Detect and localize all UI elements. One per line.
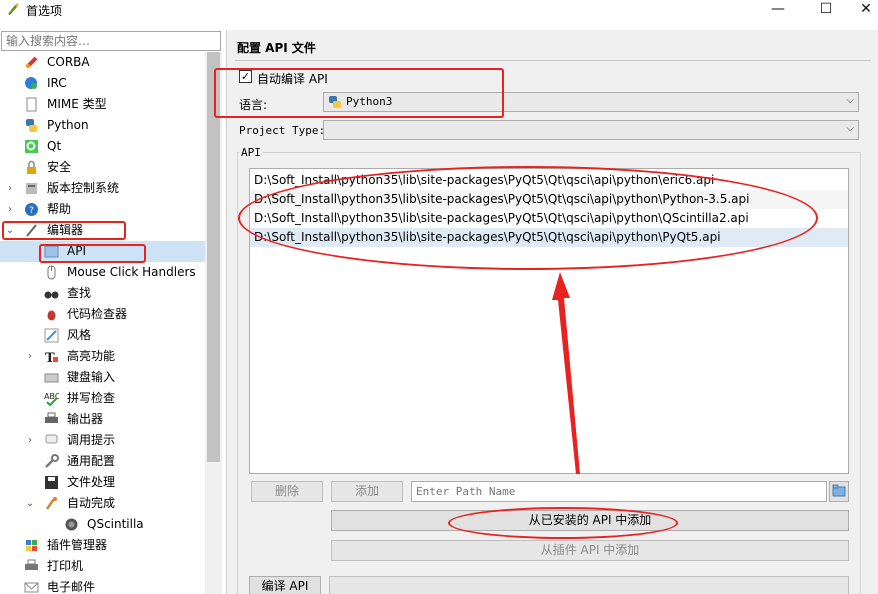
annotation-api-box — [39, 244, 146, 263]
sidebar: CORBA IRC MIME 类型 Python Qt 安全 › 版本控制系统 — [0, 30, 222, 594]
mouse-icon — [47, 265, 56, 280]
sidebar-item-spellcheck[interactable]: ABC 拼写检查 — [0, 388, 205, 409]
sidebar-item-irc[interactable]: IRC — [0, 73, 205, 94]
sidebar-item-mime[interactable]: MIME 类型 — [0, 94, 205, 115]
printer-icon — [45, 412, 58, 423]
app-icon — [8, 3, 19, 15]
sidebar-item-keyboard[interactable]: 键盘输入 — [0, 367, 205, 388]
expand-arrow-icon[interactable]: › — [4, 199, 16, 220]
annotation-installed-ellipse — [448, 507, 678, 539]
page-title: 配置 API 文件 — [237, 41, 316, 55]
expand-arrow-icon[interactable]: › — [24, 430, 36, 451]
expand-arrow-icon[interactable]: › — [24, 346, 36, 367]
sidebar-item-mouse-click-handlers[interactable]: Mouse Click Handlers — [0, 262, 205, 283]
sidebar-item-exporter[interactable]: 输出器 — [0, 409, 205, 430]
printer-icon — [25, 559, 38, 570]
sidebar-item-printer[interactable]: 打印机 — [0, 556, 205, 577]
sidebar-item-python[interactable]: Python — [0, 115, 205, 136]
annotation-language-box — [214, 68, 504, 118]
delete-button[interactable]: 删除 — [251, 481, 323, 502]
wrench-icon — [45, 454, 59, 468]
compile-progress-bar — [329, 576, 849, 594]
sidebar-item-security[interactable]: 安全 — [0, 157, 205, 178]
compile-api-button[interactable]: 编译 API — [249, 576, 321, 594]
autocomplete-icon — [45, 497, 57, 510]
sidebar-item-highlight[interactable]: › T 高亮功能 — [0, 346, 205, 367]
expand-arrow-icon[interactable]: › — [4, 178, 16, 199]
sidebar-item-style[interactable]: 风格 — [0, 325, 205, 346]
lock-icon — [27, 160, 36, 174]
maximize-button[interactable]: ☐ — [806, 0, 846, 20]
binoculars-icon — [44, 291, 59, 299]
style-icon — [44, 328, 59, 343]
calltip-icon — [45, 434, 58, 444]
window-title: 首选项 — [26, 4, 63, 18]
qt-icon — [25, 140, 38, 153]
highlight-icon: T — [45, 351, 58, 364]
keyboard-icon — [44, 373, 59, 383]
path-name-input[interactable] — [411, 481, 827, 502]
sidebar-scrollbar[interactable] — [205, 52, 222, 594]
add-button[interactable]: 添加 — [331, 481, 403, 502]
sidebar-item-vcs[interactable]: › 版本控制系统 — [0, 178, 205, 199]
help-icon: ? — [25, 203, 38, 216]
sidebar-item-plugin-manager[interactable]: 插件管理器 — [0, 535, 205, 556]
corba-icon — [25, 56, 38, 69]
sidebar-item-autocomplete[interactable]: ⌄ 自动完成 — [0, 493, 205, 514]
mime-icon — [26, 97, 37, 112]
sidebar-item-qscintilla[interactable]: QScintilla — [0, 514, 205, 535]
plugin-icon — [26, 540, 37, 551]
chevron-down-icon: ⌵ — [846, 123, 854, 134]
vcs-icon — [26, 183, 37, 194]
close-button[interactable]: ✕ — [846, 0, 878, 20]
sidebar-item-calltips[interactable]: › 调用提示 — [0, 430, 205, 451]
svg-text:?: ? — [29, 206, 34, 216]
annotation-editor-box — [2, 221, 126, 240]
minimize-button[interactable]: — — [758, 0, 798, 20]
bug-icon — [47, 310, 56, 321]
email-icon — [24, 582, 39, 593]
irc-icon — [25, 77, 37, 89]
folder-icon — [832, 484, 846, 497]
sidebar-item-email[interactable]: 电子邮件 — [0, 577, 205, 594]
collapse-arrow-icon[interactable]: ⌄ — [24, 493, 36, 514]
sidebar-item-general[interactable]: 通用配置 — [0, 451, 205, 472]
save-icon — [45, 476, 58, 489]
divider — [235, 60, 871, 61]
browse-folder-button[interactable] — [829, 481, 849, 502]
spellcheck-icon: ABC — [44, 392, 59, 406]
sidebar-item-code-checker[interactable]: 代码检查器 — [0, 304, 205, 325]
sidebar-item-qt[interactable]: Qt — [0, 136, 205, 157]
title-bar: 首选项 — ☐ ✕ — [0, 0, 878, 20]
api-group-label: API — [239, 146, 263, 159]
sidebar-item-file-handling[interactable]: 文件处理 — [0, 472, 205, 493]
search-input[interactable] — [1, 31, 221, 51]
project-type-label: Project Type: — [239, 124, 326, 137]
annotation-api-list-ellipse — [238, 166, 818, 270]
python-icon — [26, 119, 37, 132]
annotation-arrow — [552, 272, 580, 474]
sidebar-item-find[interactable]: 查找 — [0, 283, 205, 304]
sidebar-item-help[interactable]: › ? 帮助 — [0, 199, 205, 220]
chevron-down-icon: ⌵ — [846, 95, 854, 106]
add-from-plugin-button[interactable]: 从插件 API 中添加 — [331, 540, 849, 561]
qscintilla-icon — [65, 518, 78, 531]
project-type-select[interactable]: ⌵ — [323, 120, 859, 140]
settings-tree: CORBA IRC MIME 类型 Python Qt 安全 › 版本控制系统 — [0, 52, 205, 594]
sidebar-item-corba[interactable]: CORBA — [0, 52, 205, 73]
